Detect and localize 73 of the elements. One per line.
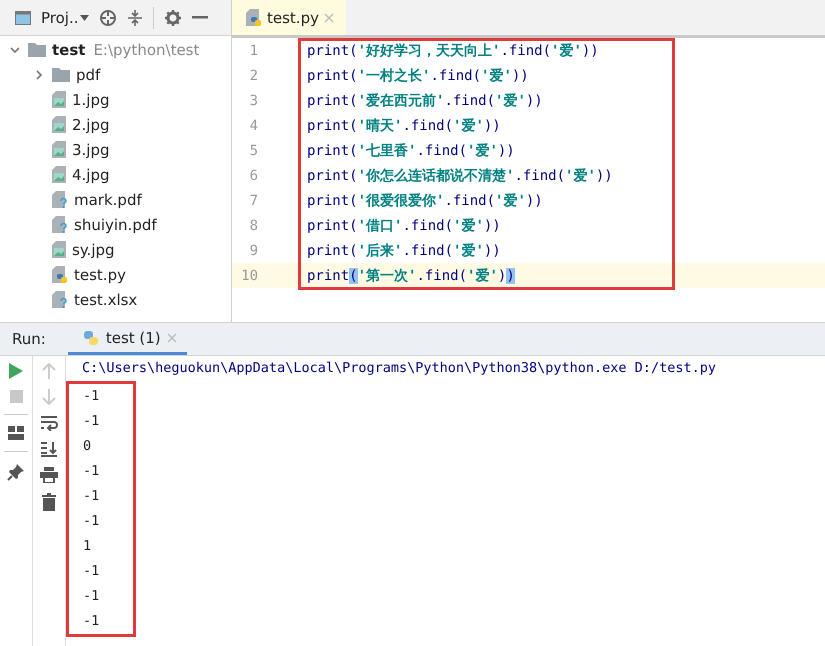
console-output: -1 [83,512,100,531]
console-output: -1 [83,587,100,606]
editor-tab[interactable]: test.py [232,0,346,35]
unknown-file-icon [52,216,68,234]
code-line: print('后来'.find('爱')) [307,242,501,260]
code-line: print('晴天'.find('爱')) [307,116,501,134]
line-number: 6 [248,168,258,184]
line-number: 3 [248,92,258,108]
image-file-icon [52,116,66,133]
line-number: 5 [248,142,258,158]
code-line: print('你怎么连话都说不清楚'.find('爱')) [307,166,613,184]
folder-icon [52,68,70,82]
folder-path: E:\python\test [93,40,200,58]
code-line: print('爱在西元前'.find('爱')) [307,92,543,110]
console-command: C:\Users\heguokun\AppData\Local\Programs\Python\Python38\python.exe D:/test.py [82,359,716,378]
file-name[interactable]: test.xlsx [74,290,138,308]
image-file-icon [52,241,66,258]
code-line: print('好好学习，天天向上'.find('爱')) [307,42,599,60]
file-name[interactable]: 1.jpg [72,90,110,108]
python-icon [82,328,100,346]
caret-icon [80,14,88,20]
line-number: 4 [248,118,258,134]
python-file-icon [52,266,68,284]
file-name[interactable]: test [52,40,86,58]
code-line: print('借口'.find('爱')) [307,216,501,234]
file-name[interactable]: 2.jpg [72,116,110,134]
image-file-icon [52,166,66,183]
trash-icon[interactable] [42,493,56,511]
code-line: print('第一次'.find('爱')) [307,266,515,284]
target-icon[interactable] [98,8,116,26]
file-name[interactable]: 3.jpg [72,140,110,158]
line-number: 10 [240,268,258,284]
code-line: print('一村之长'.find('爱')) [307,66,529,84]
file-name[interactable]: 4.jpg [72,166,110,184]
folder-icon [28,42,46,56]
console-output: -1 [83,612,100,631]
panel-icon [15,10,31,24]
run-tab[interactable]: test (1) [68,323,187,355]
console-output: 1 [83,537,92,556]
unknown-file-icon [52,290,68,308]
file-name[interactable]: pdf [76,66,100,84]
minimize-icon[interactable] [192,16,208,20]
collapse-icon[interactable] [126,8,142,26]
console-output: -1 [83,412,100,431]
run-label: Run: [12,330,46,348]
console-output: -1 [83,387,100,406]
line-number: 7 [248,192,258,208]
pin-icon[interactable] [7,463,25,481]
soft-wrap-icon[interactable] [40,415,58,431]
console-output: -1 [83,487,100,506]
unknown-file-icon [52,190,68,208]
file-name[interactable]: test.py [74,266,126,284]
console-output: -1 [83,562,100,581]
line-number: 2 [248,68,258,84]
python-file-icon [246,8,262,26]
settings-icon[interactable] [164,8,182,26]
layout-icon[interactable] [8,426,24,440]
scroll-to-end-icon[interactable] [40,441,58,457]
code-line: print('很爱很爱你'.find('爱')) [307,192,543,210]
image-file-icon [52,141,66,158]
line-number: 1 [248,42,258,58]
file-name[interactable]: shuiyin.pdf [74,216,157,234]
file-name[interactable]: sy.jpg [72,240,115,258]
print-icon[interactable] [40,467,58,483]
console-output: -1 [83,462,100,481]
line-number: 8 [248,218,258,234]
image-file-icon [52,91,66,108]
line-number: 9 [248,242,258,258]
file-name[interactable]: mark.pdf [74,190,142,208]
run-icon[interactable] [9,363,23,379]
project-view-dropdown[interactable]: Proj.. [41,8,88,26]
code-line: print('七里香'.find('爱')) [307,142,515,160]
console-output: 0 [83,437,92,456]
